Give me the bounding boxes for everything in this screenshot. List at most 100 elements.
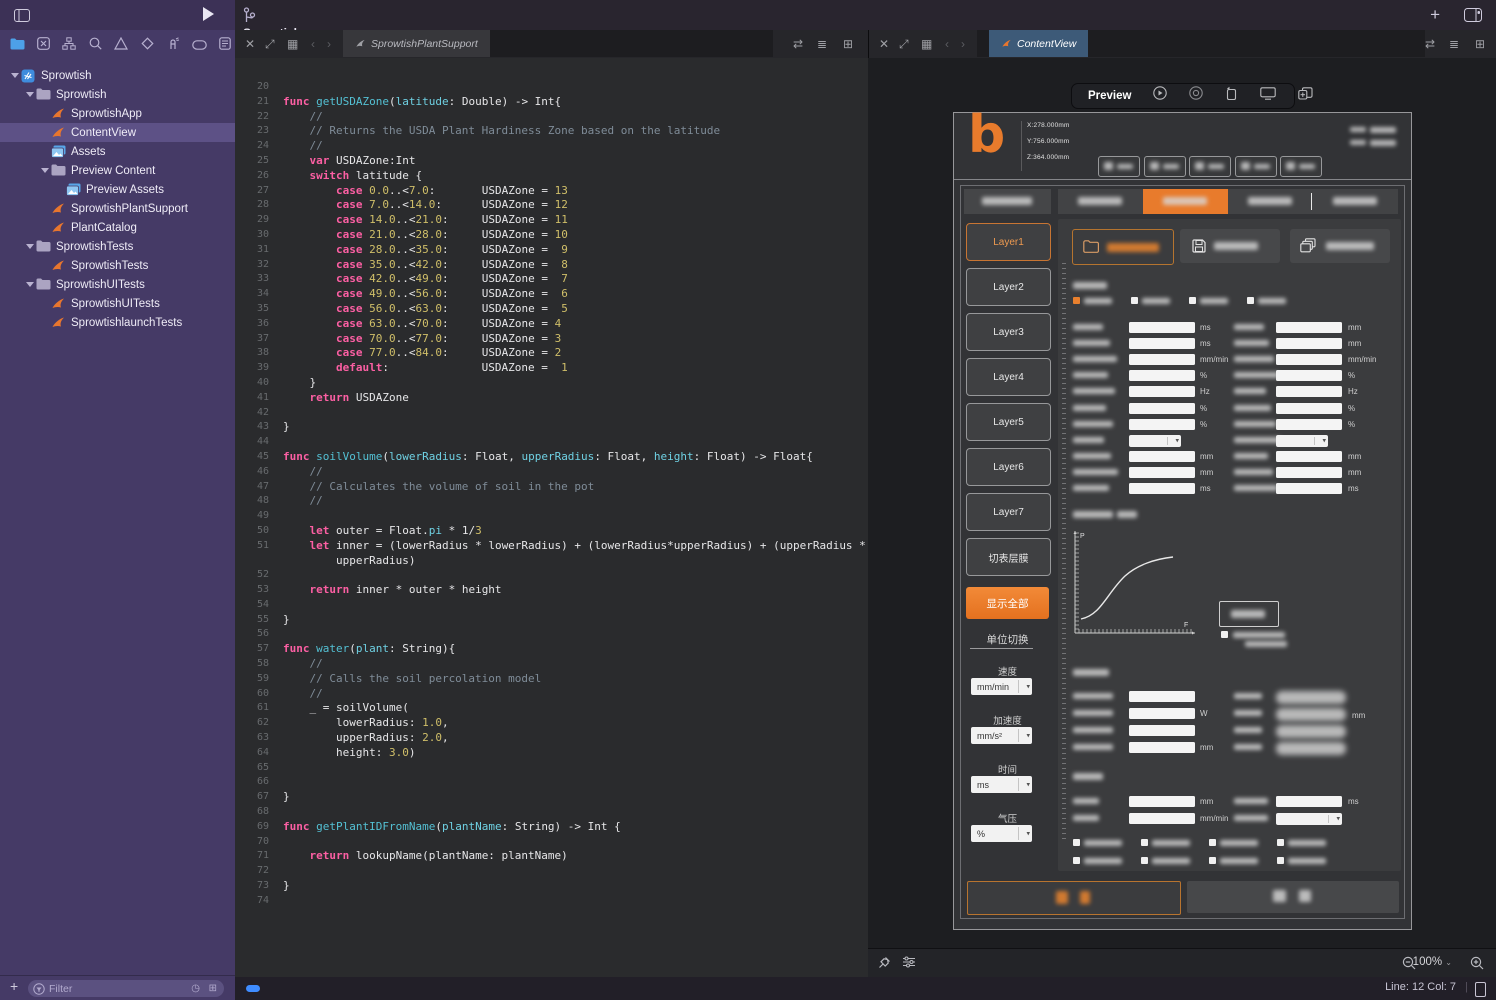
layer-button-6[interactable]: Layer6 bbox=[966, 448, 1051, 486]
grid-view-icon[interactable]: ▦ bbox=[287, 35, 298, 53]
header-tool-button[interactable] bbox=[1189, 156, 1231, 177]
layer-button-4[interactable]: Layer4 bbox=[966, 358, 1051, 396]
swap-file-icon[interactable]: ⇄ bbox=[1425, 35, 1435, 53]
option-checkbox[interactable] bbox=[1277, 839, 1284, 846]
unit-dropdown[interactable]: mm/min▾ bbox=[971, 678, 1032, 695]
variants-icon[interactable] bbox=[1189, 85, 1203, 107]
source-editor[interactable]: 2021func getUSDAZone(latitude: Double) -… bbox=[235, 58, 868, 977]
param-input[interactable] bbox=[1129, 708, 1195, 719]
param-input[interactable] bbox=[1129, 354, 1195, 365]
param-input[interactable] bbox=[1129, 370, 1195, 381]
layer-button-7[interactable]: Layer7 bbox=[966, 493, 1051, 531]
swap-file-icon[interactable]: ⇄ bbox=[793, 35, 803, 53]
expand-editor-icon[interactable]: ⤢ bbox=[265, 35, 275, 53]
filter-field[interactable]: Filter ◷ ⊞ bbox=[28, 980, 224, 997]
param-input[interactable] bbox=[1276, 370, 1342, 381]
save-process-button[interactable] bbox=[1180, 229, 1280, 263]
option-checkbox[interactable] bbox=[1277, 857, 1284, 864]
device-tab-2[interactable] bbox=[1143, 189, 1228, 214]
option-checkbox[interactable] bbox=[1073, 839, 1080, 846]
radio-selected[interactable] bbox=[1073, 297, 1080, 304]
header-tool-button[interactable] bbox=[1280, 156, 1322, 177]
param-input[interactable] bbox=[1129, 796, 1195, 807]
chevron-down-icon[interactable] bbox=[40, 166, 49, 175]
panel-scroll-ruler[interactable] bbox=[1062, 263, 1066, 841]
report-icon[interactable] bbox=[216, 37, 234, 53]
forward-icon[interactable]: › bbox=[327, 35, 331, 53]
param-input[interactable] bbox=[1276, 386, 1342, 397]
unit-dropdown[interactable]: mm/s²▾ bbox=[971, 727, 1032, 744]
param-input[interactable] bbox=[1129, 467, 1195, 478]
forward-icon[interactable]: › bbox=[961, 35, 965, 53]
add-file-icon[interactable]: + bbox=[10, 978, 18, 994]
project-navigator-icon[interactable] bbox=[8, 37, 26, 53]
unit-dropdown[interactable]: ▾ bbox=[1276, 813, 1342, 825]
run-button[interactable] bbox=[203, 7, 214, 21]
param-input[interactable] bbox=[1129, 322, 1195, 333]
chevron-down-icon[interactable] bbox=[25, 242, 34, 251]
param-input[interactable] bbox=[1276, 419, 1342, 430]
duplicate-icon[interactable] bbox=[1298, 85, 1313, 107]
window-layout-icon[interactable] bbox=[1464, 8, 1482, 27]
chevron-down-icon[interactable] bbox=[25, 280, 34, 289]
curve-value-box[interactable] bbox=[1219, 601, 1279, 627]
layer-button-2[interactable]: Layer2 bbox=[966, 268, 1051, 306]
grid-view-icon[interactable]: ▦ bbox=[921, 35, 932, 53]
zoom-level[interactable]: 100% ⌄ bbox=[1413, 956, 1452, 968]
device-tab-1[interactable] bbox=[1058, 189, 1143, 214]
sidebar-item-assets[interactable]: Assets bbox=[0, 142, 235, 161]
breakpoint-icon[interactable] bbox=[190, 37, 208, 53]
param-input[interactable] bbox=[1129, 742, 1195, 753]
param-input[interactable] bbox=[1276, 354, 1342, 365]
param-input[interactable] bbox=[1276, 483, 1342, 494]
issues-icon[interactable] bbox=[112, 37, 130, 53]
sidebar-item-sprowtishplantsupport[interactable]: SprowtishPlantSupport bbox=[0, 199, 235, 218]
unit-dropdown[interactable]: %▾ bbox=[971, 825, 1032, 842]
pin-preview-icon[interactable] bbox=[878, 956, 891, 972]
param-input[interactable] bbox=[1276, 467, 1342, 478]
header-tool-button[interactable] bbox=[1098, 156, 1140, 177]
option-checkbox[interactable] bbox=[1209, 857, 1216, 864]
device-tab-4[interactable] bbox=[1313, 189, 1398, 214]
source-control-icon[interactable] bbox=[34, 37, 52, 53]
sidebar-item-sprowtish[interactable]: Sprowtish bbox=[0, 85, 235, 104]
layer-extra-button[interactable]: 切表层膜 bbox=[966, 538, 1051, 576]
debug-gauge-icon[interactable] bbox=[164, 37, 182, 53]
sidebar-item-sprowtishuitests[interactable]: SprowtishUITests bbox=[0, 294, 235, 313]
param-input[interactable] bbox=[1129, 691, 1195, 702]
sidebar-item-sprowtishapp[interactable]: SprowtishApp bbox=[0, 104, 235, 123]
back-icon[interactable]: ‹ bbox=[311, 35, 315, 53]
param-input[interactable] bbox=[1276, 403, 1342, 414]
option-checkbox[interactable] bbox=[1073, 857, 1080, 864]
clock-icon[interactable]: ◷ bbox=[191, 983, 200, 994]
radio-option[interactable] bbox=[1189, 297, 1196, 304]
layer-button-5[interactable]: Layer5 bbox=[966, 403, 1051, 441]
sidebar-item-sprowtishtests[interactable]: SprowtishTests bbox=[0, 237, 235, 256]
expand-editor-icon[interactable]: ⤢ bbox=[899, 35, 909, 53]
minimap-icon[interactable]: ≣ bbox=[817, 35, 827, 53]
option-checkbox[interactable] bbox=[1209, 839, 1216, 846]
tab-contentview[interactable]: ContentView bbox=[989, 30, 1088, 57]
unit-dropdown[interactable]: ▾ bbox=[1276, 435, 1328, 447]
minimap-icon[interactable]: ≣ bbox=[1449, 35, 1459, 53]
param-input[interactable] bbox=[1276, 451, 1342, 462]
add-icon[interactable]: + bbox=[1430, 0, 1440, 30]
hierarchy-icon[interactable] bbox=[60, 37, 78, 53]
chevron-down-icon[interactable] bbox=[10, 71, 19, 80]
param-input[interactable] bbox=[1129, 725, 1195, 736]
unit-dropdown[interactable]: ▾ bbox=[1129, 435, 1181, 447]
radio-option[interactable] bbox=[1131, 297, 1138, 304]
chevron-down-icon[interactable] bbox=[25, 90, 34, 99]
layer-button-1[interactable]: Layer1 bbox=[966, 223, 1051, 261]
add-filter-icon[interactable]: ⊞ bbox=[209, 983, 217, 994]
param-input[interactable] bbox=[1276, 338, 1342, 349]
copy-process-button[interactable] bbox=[1290, 229, 1390, 263]
start-button[interactable] bbox=[967, 881, 1181, 915]
device-rotate-icon[interactable] bbox=[1225, 85, 1238, 107]
add-editor-icon[interactable]: ⊞ bbox=[1475, 35, 1485, 53]
sidebar-toggle-icon[interactable] bbox=[14, 0, 30, 33]
sidebar-item-sprowtish[interactable]: Sprowtish bbox=[0, 66, 235, 85]
curve-enable-checkbox[interactable] bbox=[1221, 631, 1228, 638]
stop-button[interactable] bbox=[1187, 881, 1399, 913]
device-left-tab[interactable] bbox=[964, 189, 1051, 214]
